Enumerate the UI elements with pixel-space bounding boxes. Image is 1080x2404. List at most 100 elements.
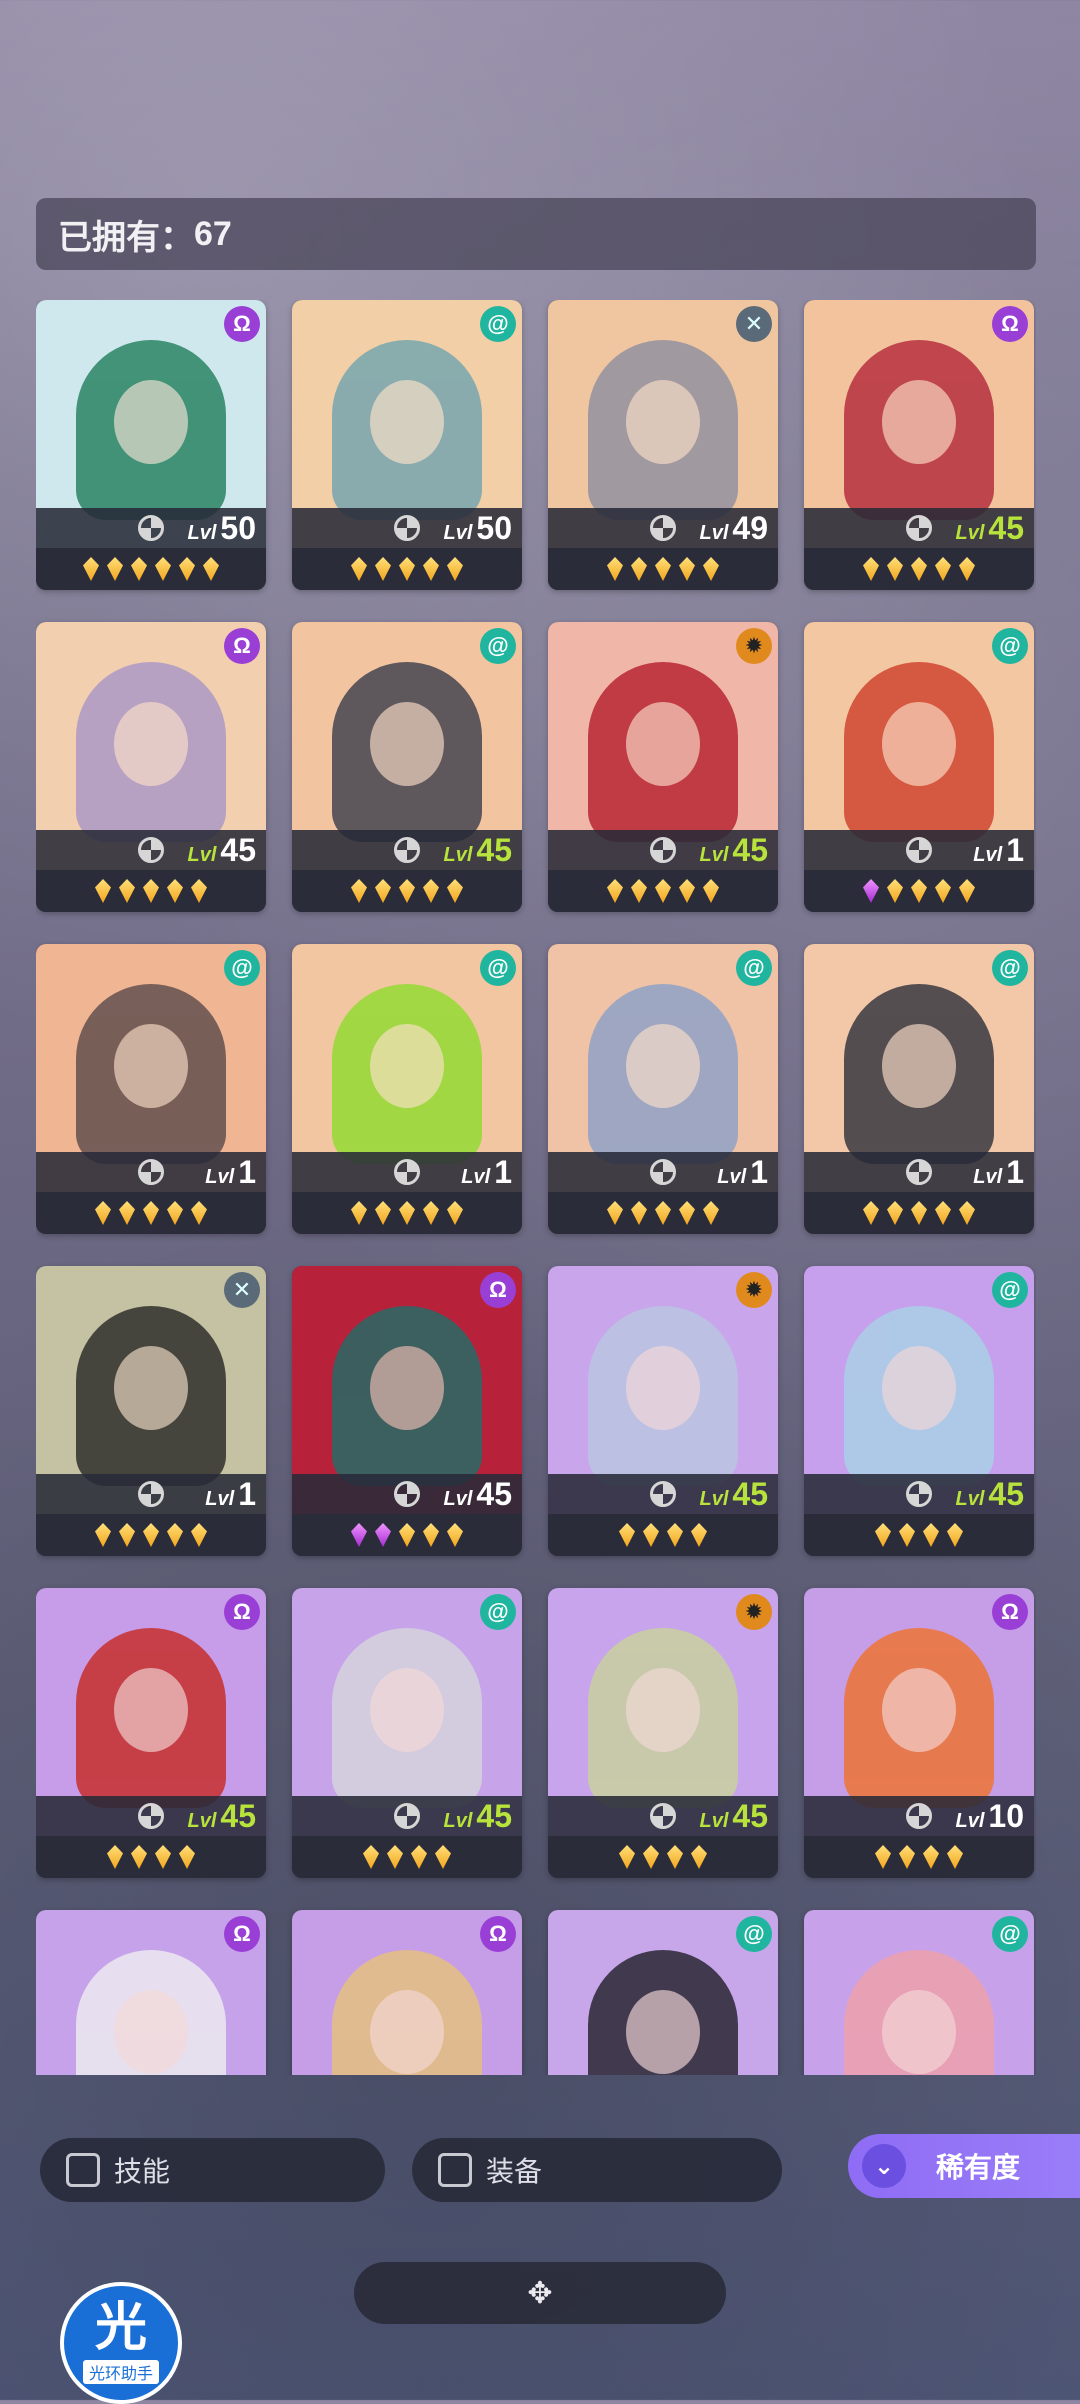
hero-figure: [588, 1950, 738, 2075]
gold-gem-icon: [923, 1523, 939, 1547]
hero-card[interactable]: Ω Lvl 45: [36, 1588, 266, 1878]
hero-figure: [76, 1306, 226, 1486]
cross-icon: ✕: [736, 306, 772, 342]
gold-gem-icon: [375, 1201, 391, 1225]
star-gems: [36, 1514, 266, 1556]
class-icon: [138, 1803, 164, 1829]
level-value: 45: [732, 1476, 768, 1512]
app-logo[interactable]: 光 光环助手: [60, 2282, 182, 2404]
level-prefix: Lvl: [443, 1810, 473, 1832]
level-value: 45: [476, 1798, 512, 1834]
hero-card[interactable]: @ Lvl 1: [804, 622, 1034, 912]
level-value: 1: [238, 1154, 256, 1190]
gold-gem-icon: [119, 1523, 135, 1547]
gold-gem-icon: [363, 1845, 379, 1869]
logo-character: 光: [94, 2299, 147, 2357]
spiral-icon: @: [480, 950, 516, 986]
gold-gem-icon: [447, 879, 463, 903]
hero-figure: [332, 1306, 482, 1486]
hero-card[interactable]: ✹ Lvl 45: [548, 1588, 778, 1878]
hero-card[interactable]: Ω Lvl 10: [804, 1588, 1034, 1878]
skill-checkbox[interactable]: [66, 2153, 100, 2187]
gold-gem-icon: [107, 1845, 123, 1869]
level-prefix: Lvl: [699, 522, 729, 544]
equip-filter[interactable]: 装备: [412, 2138, 782, 2202]
gold-gem-icon: [703, 557, 719, 581]
hero-level: Lvl 49: [700, 510, 769, 548]
hero-card[interactable]: @: [548, 1910, 778, 2075]
level-value: 1: [494, 1154, 512, 1190]
hero-figure: [588, 662, 738, 842]
expand-button[interactable]: ✥: [354, 2262, 726, 2324]
level-prefix: Lvl: [955, 522, 985, 544]
class-icon: [138, 515, 164, 541]
hero-card[interactable]: @ Lvl 45: [292, 1588, 522, 1878]
hero-figure: [76, 662, 226, 842]
level-prefix: Lvl: [955, 1810, 985, 1832]
star-gems: [804, 1192, 1034, 1234]
hero-card[interactable]: ✹ Lvl 45: [548, 1266, 778, 1556]
spiral-icon: @: [736, 1916, 772, 1952]
gold-gem-icon: [875, 1845, 891, 1869]
star-gems: [804, 1836, 1034, 1878]
gold-gem-icon: [655, 557, 671, 581]
spiral-icon: @: [992, 950, 1028, 986]
hero-figure: [332, 340, 482, 520]
star-gems: [548, 870, 778, 912]
hero-card[interactable]: Ω Lvl 50: [36, 300, 266, 590]
star-gems: [548, 548, 778, 590]
hero-level: Lvl 45: [956, 1476, 1025, 1514]
level-value: 45: [476, 1476, 512, 1512]
hero-card[interactable]: Ω: [36, 1910, 266, 2075]
level-prefix: Lvl: [443, 844, 473, 866]
hero-figure: [332, 1950, 482, 2075]
gold-gem-icon: [947, 1845, 963, 1869]
gold-gem-icon: [667, 1845, 683, 1869]
spiral-icon: @: [480, 628, 516, 664]
star-gems: [292, 1514, 522, 1556]
gold-gem-icon: [703, 1201, 719, 1225]
skill-filter[interactable]: 技能: [40, 2138, 385, 2202]
hero-level: Lvl 45: [956, 510, 1025, 548]
level-value: 10: [988, 1798, 1024, 1834]
class-icon: [650, 1481, 676, 1507]
hero-card[interactable]: Ω Lvl 45: [804, 300, 1034, 590]
gold-gem-icon: [863, 557, 879, 581]
level-prefix: Lvl: [699, 1810, 729, 1832]
hero-card[interactable]: @: [804, 1910, 1034, 2075]
equip-checkbox[interactable]: [438, 2153, 472, 2187]
gold-gem-icon: [619, 1845, 635, 1869]
hero-card[interactable]: @ Lvl 50: [292, 300, 522, 590]
hero-card[interactable]: @ Lvl 45: [292, 622, 522, 912]
gold-gem-icon: [875, 1523, 891, 1547]
gold-gem-icon: [959, 879, 975, 903]
hero-card[interactable]: @ Lvl 1: [804, 944, 1034, 1234]
spiral-icon: @: [224, 950, 260, 986]
hero-figure: [588, 1306, 738, 1486]
hero-level: Lvl 10: [956, 1798, 1025, 1836]
purple-gem-icon: [351, 1523, 367, 1547]
hero-card[interactable]: Ω Lvl 45: [36, 622, 266, 912]
hero-card[interactable]: Ω: [292, 1910, 522, 2075]
omega-icon: Ω: [224, 306, 260, 342]
gold-gem-icon: [155, 1845, 171, 1869]
hero-card[interactable]: @ Lvl 1: [36, 944, 266, 1234]
level-prefix: Lvl: [443, 1488, 473, 1510]
owned-label: 已拥有：: [58, 218, 194, 257]
hero-card[interactable]: Ω Lvl 45: [292, 1266, 522, 1556]
rarity-sort-button[interactable]: ⌄ 稀有度: [848, 2134, 1080, 2198]
hero-card[interactable]: ✕ Lvl 1: [36, 1266, 266, 1556]
hero-card[interactable]: ✕ Lvl 49: [548, 300, 778, 590]
hero-card[interactable]: @ Lvl 1: [292, 944, 522, 1234]
spiral-icon: @: [992, 1272, 1028, 1308]
level-value: 1: [1006, 832, 1024, 868]
gold-gem-icon: [95, 1201, 111, 1225]
level-prefix: Lvl: [973, 1166, 1003, 1188]
hero-card[interactable]: @ Lvl 1: [548, 944, 778, 1234]
gold-gem-icon: [167, 879, 183, 903]
hero-level: Lvl 1: [973, 1154, 1024, 1192]
hero-card[interactable]: @ Lvl 45: [804, 1266, 1034, 1556]
gold-gem-icon: [95, 879, 111, 903]
hero-card[interactable]: ✹ Lvl 45: [548, 622, 778, 912]
hero-level: Lvl 1: [973, 832, 1024, 870]
